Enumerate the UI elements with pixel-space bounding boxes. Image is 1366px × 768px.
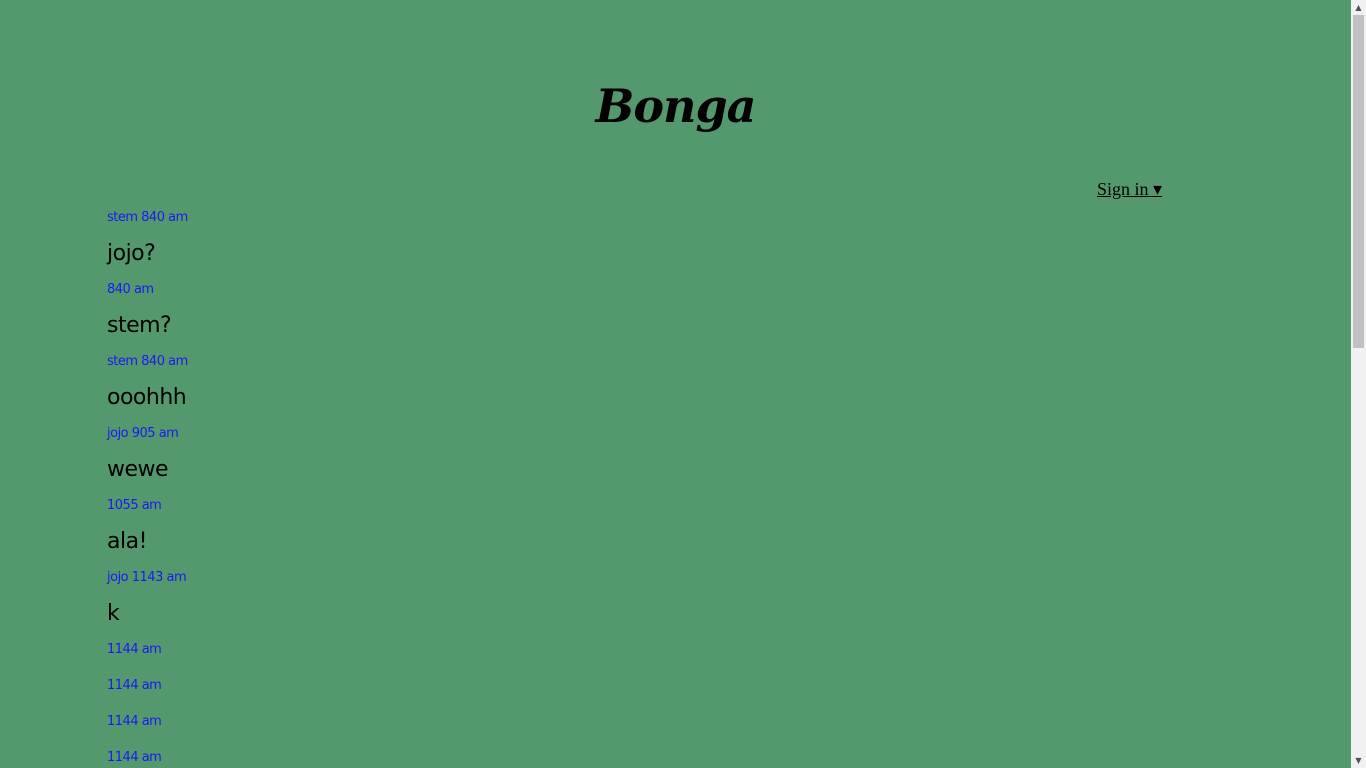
message-meta-link[interactable]: 1144 am [107, 746, 188, 768]
vertical-scrollbar[interactable]: ▲ ▼ [1351, 0, 1366, 768]
message-item: stem 840 am ooohhh [107, 350, 188, 422]
message-meta-link[interactable]: 1055 am [107, 494, 188, 518]
message-item: jojo 1143 am k [107, 566, 188, 638]
message-item: 1144 am [107, 638, 188, 674]
message-text: wewe [107, 457, 169, 482]
message-text: ooohhh [107, 385, 187, 410]
message-meta-link[interactable]: 840 am [107, 278, 188, 302]
message-meta-link[interactable]: jojo 1143 am [107, 566, 188, 590]
page: Bonga Sign in ▾ stem 840 am jojo? 840 am… [0, 0, 1351, 768]
message-item: 1144 am [107, 674, 188, 710]
message-item: 1055 am ala! [107, 494, 188, 566]
scrollbar-thumb[interactable] [1353, 15, 1364, 348]
message-text: k [107, 601, 120, 626]
message-item: jojo 905 am wewe [107, 422, 188, 494]
message-meta-link[interactable]: stem 840 am [107, 350, 188, 374]
message-meta-link[interactable]: 1144 am [107, 710, 188, 746]
message-item: stem 840 am jojo? [107, 206, 188, 278]
message-meta-link[interactable]: jojo 905 am [107, 422, 188, 446]
message-item: 1144 am [107, 710, 188, 746]
message-text: stem? [107, 313, 172, 338]
message-list: stem 840 am jojo? 840 am stem? stem 840 … [107, 206, 188, 768]
sign-in-link[interactable]: Sign in ▾ [1097, 179, 1162, 200]
message-text: jojo? [107, 241, 156, 266]
scroll-up-icon[interactable]: ▲ [1351, 0, 1366, 15]
message-item: 840 am stem? [107, 278, 188, 350]
message-item: 1144 am [107, 746, 188, 768]
message-text: ala! [107, 529, 147, 554]
message-meta-link[interactable]: stem 840 am [107, 206, 188, 230]
message-meta-link[interactable]: 1144 am [107, 638, 188, 674]
message-meta-link[interactable]: 1144 am [107, 674, 188, 710]
site-title: Bonga [595, 79, 757, 133]
scroll-down-icon[interactable]: ▼ [1351, 753, 1366, 768]
